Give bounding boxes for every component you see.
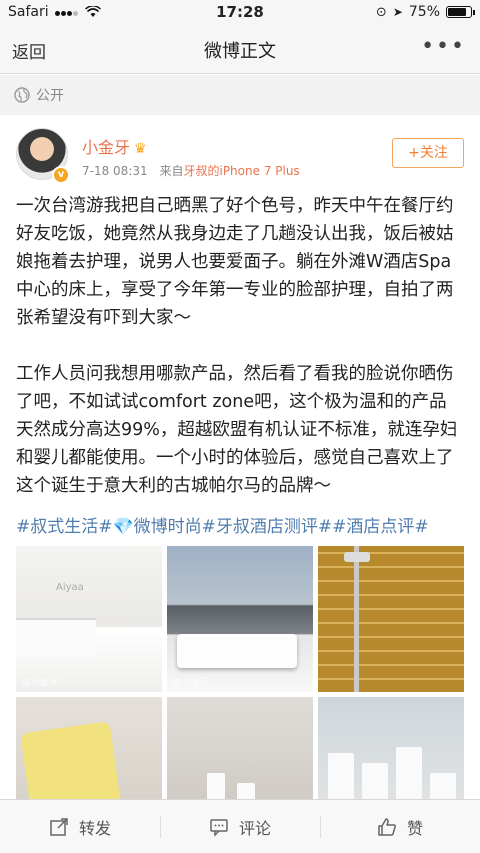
image-watermark: @小金牙 bbox=[173, 678, 210, 688]
verified-badge-icon: v bbox=[52, 166, 70, 184]
battery-percent: 75% bbox=[408, 4, 440, 20]
status-bar: Safari 17:28 ⊙ ➤ 75% bbox=[0, 0, 480, 26]
globe-icon bbox=[14, 87, 30, 103]
nav-bar: 返回 微博正文 ••• bbox=[0, 26, 480, 74]
location-icon: ➤ bbox=[392, 5, 403, 19]
bottom-toolbar: 转发 评论 赞 bbox=[0, 799, 480, 853]
follow-button[interactable]: +关注 bbox=[392, 138, 464, 168]
like-button[interactable]: 赞 bbox=[320, 800, 480, 853]
post-image-1[interactable]: Aiyaa @小金牙 bbox=[16, 546, 162, 692]
post-header: v 小金牙 ♛ 7-18 08:31 来自牙叔的iPhone 7 Plus +关注 bbox=[0, 126, 480, 190]
page-title: 微博正文 bbox=[204, 41, 276, 62]
crown-icon: ♛ bbox=[134, 141, 147, 157]
post-paragraph: 一次台湾游我把自己晒黑了好个色号，昨天中午在餐厅约好友吃饭，她竟然从我身边走了几… bbox=[16, 196, 454, 328]
status-right: ⊙ ➤ 75% bbox=[375, 4, 475, 20]
post-meta: 7-18 08:31 来自牙叔的iPhone 7 Plus bbox=[82, 162, 300, 179]
repost-icon bbox=[50, 817, 68, 836]
thumbs-up-icon bbox=[378, 817, 396, 836]
comment-button[interactable]: 评论 bbox=[160, 800, 320, 853]
author-name[interactable]: 小金牙 ♛ bbox=[82, 134, 147, 158]
post-time: 7-18 08:31 bbox=[82, 164, 148, 178]
more-button[interactable]: ••• bbox=[421, 34, 466, 59]
visibility-label: 公开 bbox=[36, 88, 64, 104]
post-image-3[interactable] bbox=[318, 546, 464, 692]
post-paragraph: 工作人员问我想用哪款产品，然后看了看我的脸说你晒伤了吧，不如试试comfort … bbox=[16, 364, 458, 496]
repost-label: 转发 bbox=[78, 818, 111, 838]
comment-icon bbox=[210, 818, 228, 837]
post-body: 一次台湾游我把自己晒黑了好个色号，昨天中午在餐厅约好友吃饭，她竟然从我身边走了几… bbox=[16, 192, 464, 528]
battery-icon bbox=[446, 6, 475, 18]
image-brand-text: Aiyaa bbox=[56, 582, 84, 593]
source-prefix: 来自 bbox=[159, 164, 184, 178]
hashtags[interactable]: #叔式生活#💎微博时尚#牙叔酒店测评##酒店点评# bbox=[16, 512, 472, 537]
repost-button[interactable]: 转发 bbox=[0, 800, 160, 853]
like-label: 赞 bbox=[406, 818, 423, 838]
image-watermark: @小金牙 bbox=[22, 678, 59, 688]
post-image-2[interactable]: @小金牙 bbox=[167, 546, 313, 692]
rotation-lock-icon: ⊙ bbox=[375, 4, 387, 20]
author-name-text[interactable]: 小金牙 bbox=[82, 138, 130, 157]
visibility-bar: 公开 bbox=[0, 75, 480, 115]
source-device: 牙叔的iPhone 7 Plus bbox=[183, 164, 300, 178]
comment-label: 评论 bbox=[238, 818, 271, 838]
